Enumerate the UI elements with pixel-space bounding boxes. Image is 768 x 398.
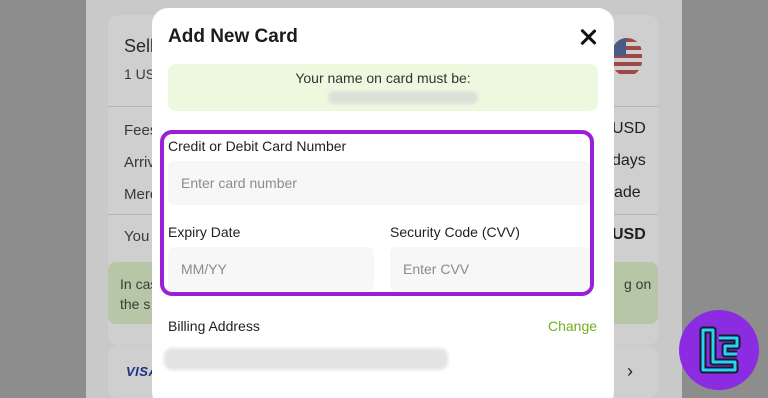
redacted-name (328, 91, 478, 104)
billing-address-label: Billing Address (168, 318, 260, 334)
cvv-label: Security Code (CVV) (390, 224, 520, 240)
change-billing-link[interactable]: Change (548, 318, 597, 334)
modal-title: Add New Card (168, 26, 298, 47)
bg-arrival-label: Arriv (124, 154, 155, 171)
card-number-input[interactable] (168, 161, 590, 205)
bg-you-label: You (124, 228, 150, 245)
bg-merchant-value: ade (614, 184, 641, 201)
cvv-input[interactable] (390, 247, 590, 291)
bg-card-subtitle: 1 US (124, 66, 156, 82)
name-notice-text: Your name on card must be: (295, 70, 471, 86)
close-icon[interactable] (576, 25, 600, 49)
background-left (0, 0, 86, 398)
brand-logo-icon (679, 310, 759, 390)
bg-arrival-value: days (612, 152, 646, 169)
name-notice-box: Your name on card must be: (168, 64, 598, 111)
us-flag-icon (612, 38, 642, 76)
expiry-label: Expiry Date (168, 224, 241, 240)
expiry-input[interactable] (168, 247, 374, 291)
chevron-right-icon: › (627, 361, 633, 381)
bg-notice-line2-left: the s (120, 296, 151, 312)
bg-notice-line1-right: g on (624, 276, 652, 292)
bg-fees-value: USD (612, 120, 646, 137)
redacted-address (164, 348, 448, 370)
add-card-modal: Add New Card Your name on card must be: … (152, 8, 614, 398)
bg-card-title: Sell (124, 36, 155, 56)
bg-you-value: USD (612, 226, 646, 243)
card-number-label: Credit or Debit Card Number (168, 138, 347, 154)
